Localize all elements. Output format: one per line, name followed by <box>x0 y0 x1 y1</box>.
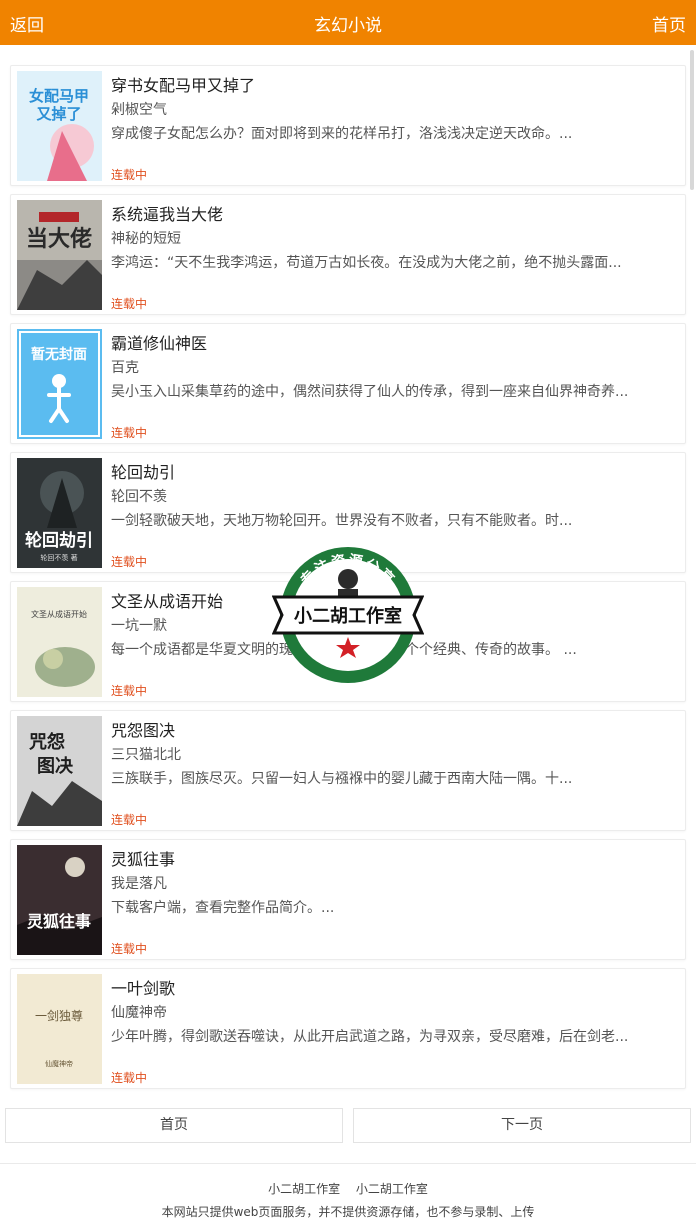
book-description: 少年叶腾，得剑歌送吞噬诀，从此开启武道之路，为寻双亲，受尽磨难，后在剑老... <box>111 1029 629 1045</box>
book-description: 穿成傻子女配怎么办？面对即将到来的花样吊打，洛浅浅决定逆天改命。... <box>111 126 573 142</box>
book-title[interactable]: 咒怨图决 <box>111 717 175 741</box>
status-badge: 连载中 <box>111 555 148 569</box>
svg-text:轮回劫引: 轮回劫引 <box>25 530 93 551</box>
book-title[interactable]: 轮回劫引 <box>111 459 175 483</box>
book-cover[interactable]: 灵狐往事 <box>17 845 102 955</box>
watermark-logo: 专注资源分享 小二胡工作室 www.xiaoerhu.com <box>271 545 425 685</box>
book-author: 百克 <box>111 360 139 376</box>
svg-text:咒怨: 咒怨 <box>29 732 65 753</box>
book-item[interactable]: 女配马甲 又掉了 穿书女配马甲又掉了 剁椒空气 穿成傻子女配怎么办？面对即将到来… <box>10 65 686 186</box>
home-link[interactable]: 首页 <box>652 11 686 36</box>
scrollbar[interactable] <box>690 50 694 190</box>
svg-text:又掉了: 又掉了 <box>36 105 81 123</box>
footer: 小二胡工作室 小二胡工作室 本网站只提供web页面服务，并不提供资源存储，也不参… <box>0 1163 696 1231</box>
first-page-button[interactable]: 首页 <box>5 1108 343 1143</box>
status-badge: 连载中 <box>111 1071 148 1085</box>
book-description: 吴小玉入山采集草药的途中，偶然间获得了仙人的传承，得到一座来自仙界神奇养... <box>111 384 629 400</box>
book-title[interactable]: 穿书女配马甲又掉了 <box>111 72 255 96</box>
book-description: 三族联手，图族尽灭。只留一妇人与襁褓中的婴儿藏于西南大陆一隅。十... <box>111 771 573 787</box>
book-author: 神秘的短短 <box>111 231 181 247</box>
status-badge: 连载中 <box>111 813 148 827</box>
svg-text:轮回不羡 著: 轮回不羡 著 <box>40 553 77 562</box>
svg-text:仙魔神帝: 仙魔神帝 <box>45 1059 73 1068</box>
status-badge: 连载中 <box>111 684 148 698</box>
book-title[interactable]: 系统逼我当大佬 <box>111 201 223 225</box>
book-cover[interactable]: 轮回劫引 轮回不羡 著 <box>17 458 102 568</box>
book-author: 仙魔神帝 <box>111 1005 167 1021</box>
svg-text:文圣从成语开始: 文圣从成语开始 <box>31 609 87 619</box>
book-author: 三只猫北北 <box>111 747 181 763</box>
book-item[interactable]: 一剑独尊 仙魔神帝 一叶剑歌 仙魔神帝 少年叶腾，得剑歌送吞噬诀，从此开启武道之… <box>10 968 686 1089</box>
svg-text:当大佬: 当大佬 <box>26 226 92 252</box>
footer-link[interactable]: 小二胡工作室 <box>356 1182 428 1196</box>
cover-text: 女配马甲 <box>29 87 89 105</box>
book-item[interactable]: 当大佬 系统逼我当大佬 神秘的短短 李鸿运：“天不生我李鸿运，苟道万古如长夜。在… <box>10 194 686 315</box>
book-description: 下载客户端，查看完整作品简介。... <box>111 900 335 916</box>
book-title[interactable]: 霸道修仙神医 <box>111 330 207 354</box>
book-author: 一坑一默 <box>111 618 167 634</box>
page-title: 玄幻小说 <box>314 16 382 36</box>
book-cover[interactable]: 女配马甲 又掉了 <box>17 71 102 181</box>
book-cover[interactable]: 咒怨 图决 <box>17 716 102 826</box>
status-badge: 连载中 <box>111 297 148 311</box>
watermark-main-text: 小二胡工作室 <box>294 605 402 627</box>
status-badge: 连载中 <box>111 426 148 440</box>
book-item[interactable]: 咒怨 图决 咒怨图决 三只猫北北 三族联手，图族尽灭。只留一妇人与襁褓中的婴儿藏… <box>10 710 686 831</box>
book-description: 一剑轻歌破天地，天地万物轮回开。世界没有不败者，只有不能败者。时... <box>111 513 573 529</box>
book-item[interactable]: 暂无封面 霸道修仙神医 百克 吴小玉入山采集草药的途中，偶然间获得了仙人的传承，… <box>10 323 686 444</box>
svg-text:图决: 图决 <box>37 755 74 777</box>
status-badge: 连载中 <box>111 942 148 956</box>
status-badge: 连载中 <box>111 168 148 182</box>
footer-link[interactable]: 小二胡工作室 <box>268 1182 340 1196</box>
book-cover[interactable]: 文圣从成语开始 <box>17 587 102 697</box>
book-cover[interactable]: 当大佬 <box>17 200 102 310</box>
footer-notice: 本网站只提供web页面服务，并不提供资源存储，也不参与录制、上传 <box>161 1205 535 1219</box>
svg-text:灵狐往事: 灵狐往事 <box>27 912 91 931</box>
pagination: 首页 下一页 <box>5 1108 691 1143</box>
svg-text:一剑独尊: 一剑独尊 <box>35 1008 83 1023</box>
book-title[interactable]: 文圣从成语开始 <box>111 588 223 612</box>
book-item[interactable]: 灵狐往事 灵狐往事 我是落凡 下载客户端，查看完整作品简介。... 连载中 <box>10 839 686 960</box>
book-description: 李鸿运：“天不生我李鸿运，苟道万古如长夜。在没成为大佬之前，绝不抛头露面... <box>111 255 622 271</box>
book-title[interactable]: 灵狐往事 <box>111 846 175 870</box>
book-cover[interactable]: 暂无封面 <box>17 329 102 439</box>
book-cover[interactable]: 一剑独尊 仙魔神帝 <box>17 974 102 1084</box>
top-nav-bar: 返回 玄幻小说 首页 <box>0 0 696 45</box>
next-page-button[interactable]: 下一页 <box>353 1108 691 1143</box>
svg-text:暂无封面: 暂无封面 <box>31 346 87 363</box>
book-author: 我是落凡 <box>111 876 167 892</box>
book-author: 轮回不羡 <box>111 489 167 505</box>
book-author: 剁椒空气 <box>111 102 167 118</box>
book-title[interactable]: 一叶剑歌 <box>111 975 175 999</box>
